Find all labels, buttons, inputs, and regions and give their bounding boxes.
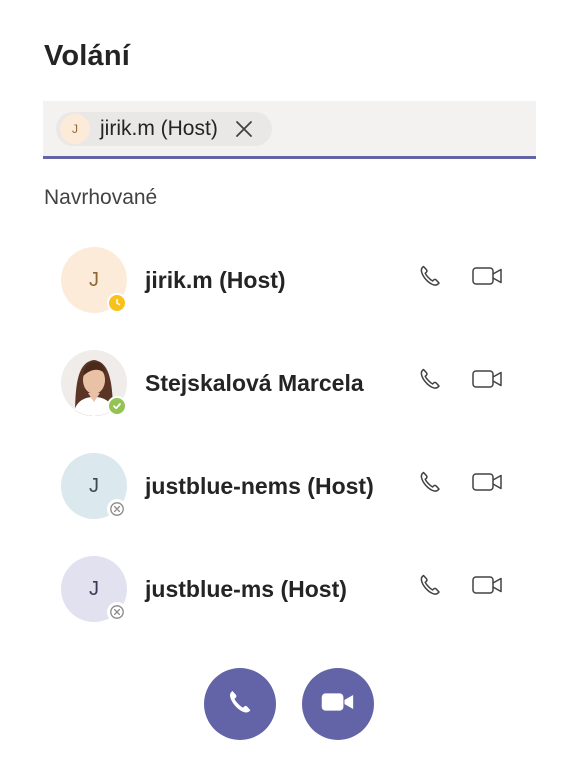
phone-icon[interactable]	[417, 366, 443, 392]
offline-status-icon	[107, 499, 127, 519]
video-camera-icon	[319, 689, 357, 720]
phone-icon[interactable]	[417, 469, 443, 495]
recipient-chip[interactable]: J jirik.m (Host)	[56, 112, 272, 146]
phone-icon[interactable]	[417, 263, 443, 289]
avatar-initial: J	[89, 268, 99, 291]
contact-name: justblue-nems (Host)	[145, 473, 374, 499]
avatar: J	[61, 453, 127, 519]
list-item[interactable]: J justblue-ms (Host)	[0, 556, 579, 646]
list-item[interactable]: J jirik.m (Host)	[0, 247, 579, 337]
available-status-icon	[107, 396, 127, 416]
page-title: Volání	[44, 40, 131, 72]
list-item[interactable]: J justblue-nems (Host)	[0, 453, 579, 543]
avatar-initial: J	[89, 577, 99, 600]
phone-icon	[225, 687, 255, 722]
video-camera-icon[interactable]	[471, 264, 505, 288]
audio-call-button[interactable]	[204, 668, 276, 740]
list-item[interactable]: Stejskalová Marcela	[0, 350, 579, 440]
avatar: J	[61, 556, 127, 622]
contact-name: Stejskalová Marcela	[145, 370, 364, 396]
contact-name: jirik.m (Host)	[145, 267, 286, 293]
avatar-initial: J	[89, 474, 99, 497]
phone-icon[interactable]	[417, 572, 443, 598]
recipient-chip-avatar: J	[60, 114, 90, 144]
offline-status-icon	[107, 602, 127, 622]
avatar	[61, 350, 127, 416]
call-panel: Volání J jirik.m (Host) Navrhované J jir…	[0, 0, 579, 784]
close-icon[interactable]	[234, 119, 254, 139]
away-status-icon	[107, 293, 127, 313]
video-camera-icon[interactable]	[471, 470, 505, 494]
avatar: J	[61, 247, 127, 313]
recipient-chip-label: jirik.m (Host)	[100, 117, 218, 140]
video-call-button[interactable]	[302, 668, 374, 740]
video-camera-icon[interactable]	[471, 573, 505, 597]
video-camera-icon[interactable]	[471, 367, 505, 391]
contact-name: justblue-ms (Host)	[145, 576, 347, 602]
recipient-input-field[interactable]: J jirik.m (Host)	[43, 101, 536, 159]
suggested-section-label: Navrhované	[44, 186, 158, 209]
